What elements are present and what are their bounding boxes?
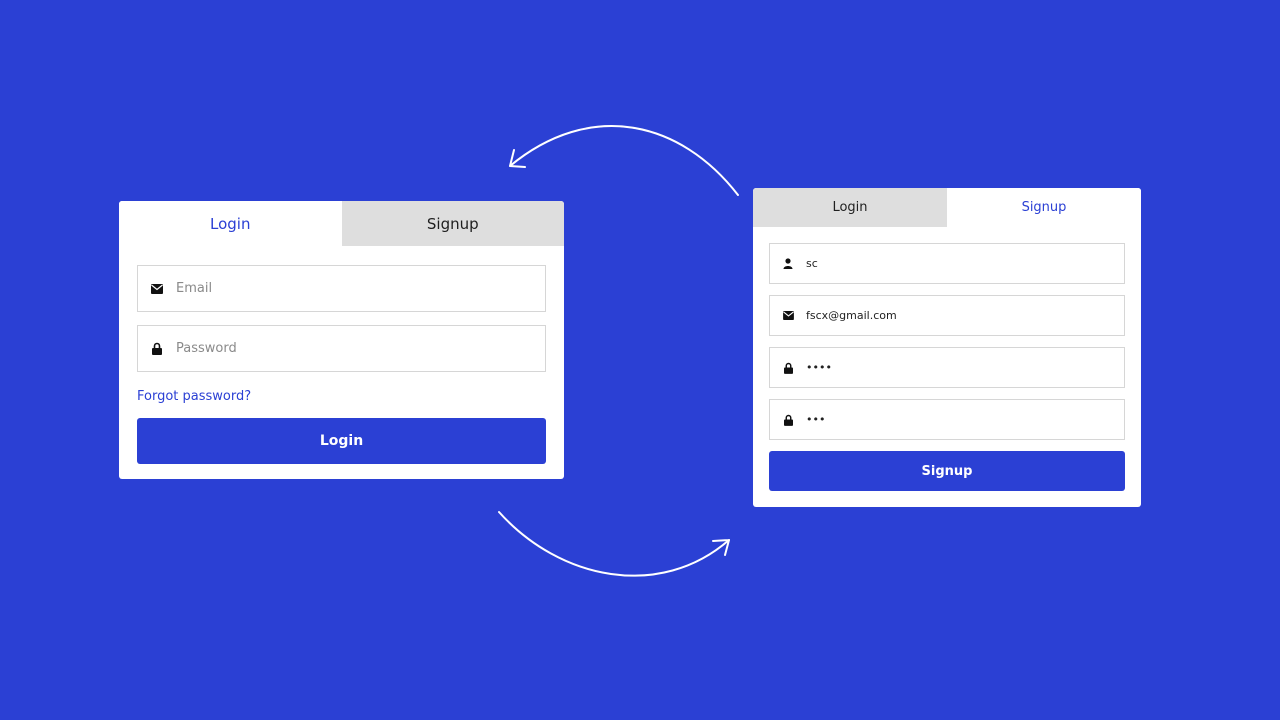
login-card-tabs: Login Signup [119, 201, 564, 246]
signup-password-input[interactable] [806, 361, 1124, 374]
signup-card: Login Signup Signup [753, 188, 1141, 507]
tab-signup[interactable]: Signup [341, 201, 564, 246]
login-card: Login Signup Forgot password? Login [119, 201, 564, 479]
signup-card-tabs: Login Signup [753, 188, 1141, 227]
user-icon [781, 257, 795, 271]
email-input[interactable] [176, 281, 545, 296]
curved-arrow-to-login [509, 125, 739, 196]
signup-form: Signup [753, 227, 1141, 491]
tab-login[interactable]: Login [753, 188, 947, 227]
email-field[interactable] [137, 265, 546, 312]
login-button[interactable]: Login [137, 418, 546, 464]
arrowhead-to-login [509, 149, 526, 168]
tab-signup[interactable]: Signup [947, 188, 1141, 227]
password-input[interactable] [176, 341, 545, 356]
signup-email-input[interactable] [806, 309, 1124, 322]
signup-email-field[interactable] [769, 295, 1125, 336]
lock-icon [781, 413, 795, 427]
confirm-password-field[interactable] [769, 399, 1125, 440]
tab-login[interactable]: Login [119, 201, 342, 246]
curved-arrow-to-signup [498, 511, 730, 577]
confirm-password-input[interactable] [806, 413, 1124, 426]
name-field[interactable] [769, 243, 1125, 284]
envelope-icon [781, 309, 795, 323]
arrowhead-to-signup [712, 539, 730, 556]
forgot-password-link[interactable]: Forgot password? [137, 389, 251, 404]
envelope-icon [150, 282, 164, 296]
lock-icon [781, 361, 795, 375]
name-input[interactable] [806, 257, 1124, 270]
password-field[interactable] [137, 325, 546, 372]
login-form: Forgot password? Login [119, 246, 564, 464]
signup-password-field[interactable] [769, 347, 1125, 388]
lock-icon [150, 342, 164, 356]
signup-button[interactable]: Signup [769, 451, 1125, 491]
